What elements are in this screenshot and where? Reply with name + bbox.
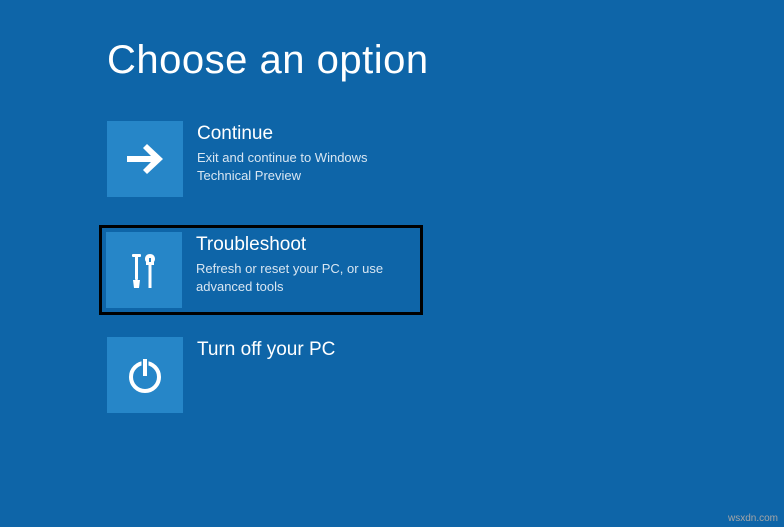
option-text-block: Turn off your PC — [183, 337, 335, 365]
options-list: Continue Exit and continue to Windows Te… — [0, 83, 784, 413]
option-continue[interactable]: Continue Exit and continue to Windows Te… — [107, 121, 417, 197]
option-title: Troubleshoot — [196, 234, 396, 256]
option-title: Turn off your PC — [197, 339, 335, 361]
option-turn-off[interactable]: Turn off your PC — [107, 337, 417, 413]
option-text-block: Continue Exit and continue to Windows Te… — [183, 121, 397, 184]
page-title: Choose an option — [0, 0, 784, 83]
option-troubleshoot[interactable]: Troubleshoot Refresh or reset your PC, o… — [101, 227, 421, 313]
option-description: Exit and continue to Windows Technical P… — [197, 149, 397, 184]
arrow-right-icon — [107, 121, 183, 197]
option-title: Continue — [197, 123, 397, 145]
watermark-text: wsxdn.com — [728, 513, 778, 524]
tools-icon — [106, 232, 182, 308]
power-icon — [107, 337, 183, 413]
option-description: Refresh or reset your PC, or use advance… — [196, 260, 396, 295]
option-text-block: Troubleshoot Refresh or reset your PC, o… — [182, 232, 396, 295]
